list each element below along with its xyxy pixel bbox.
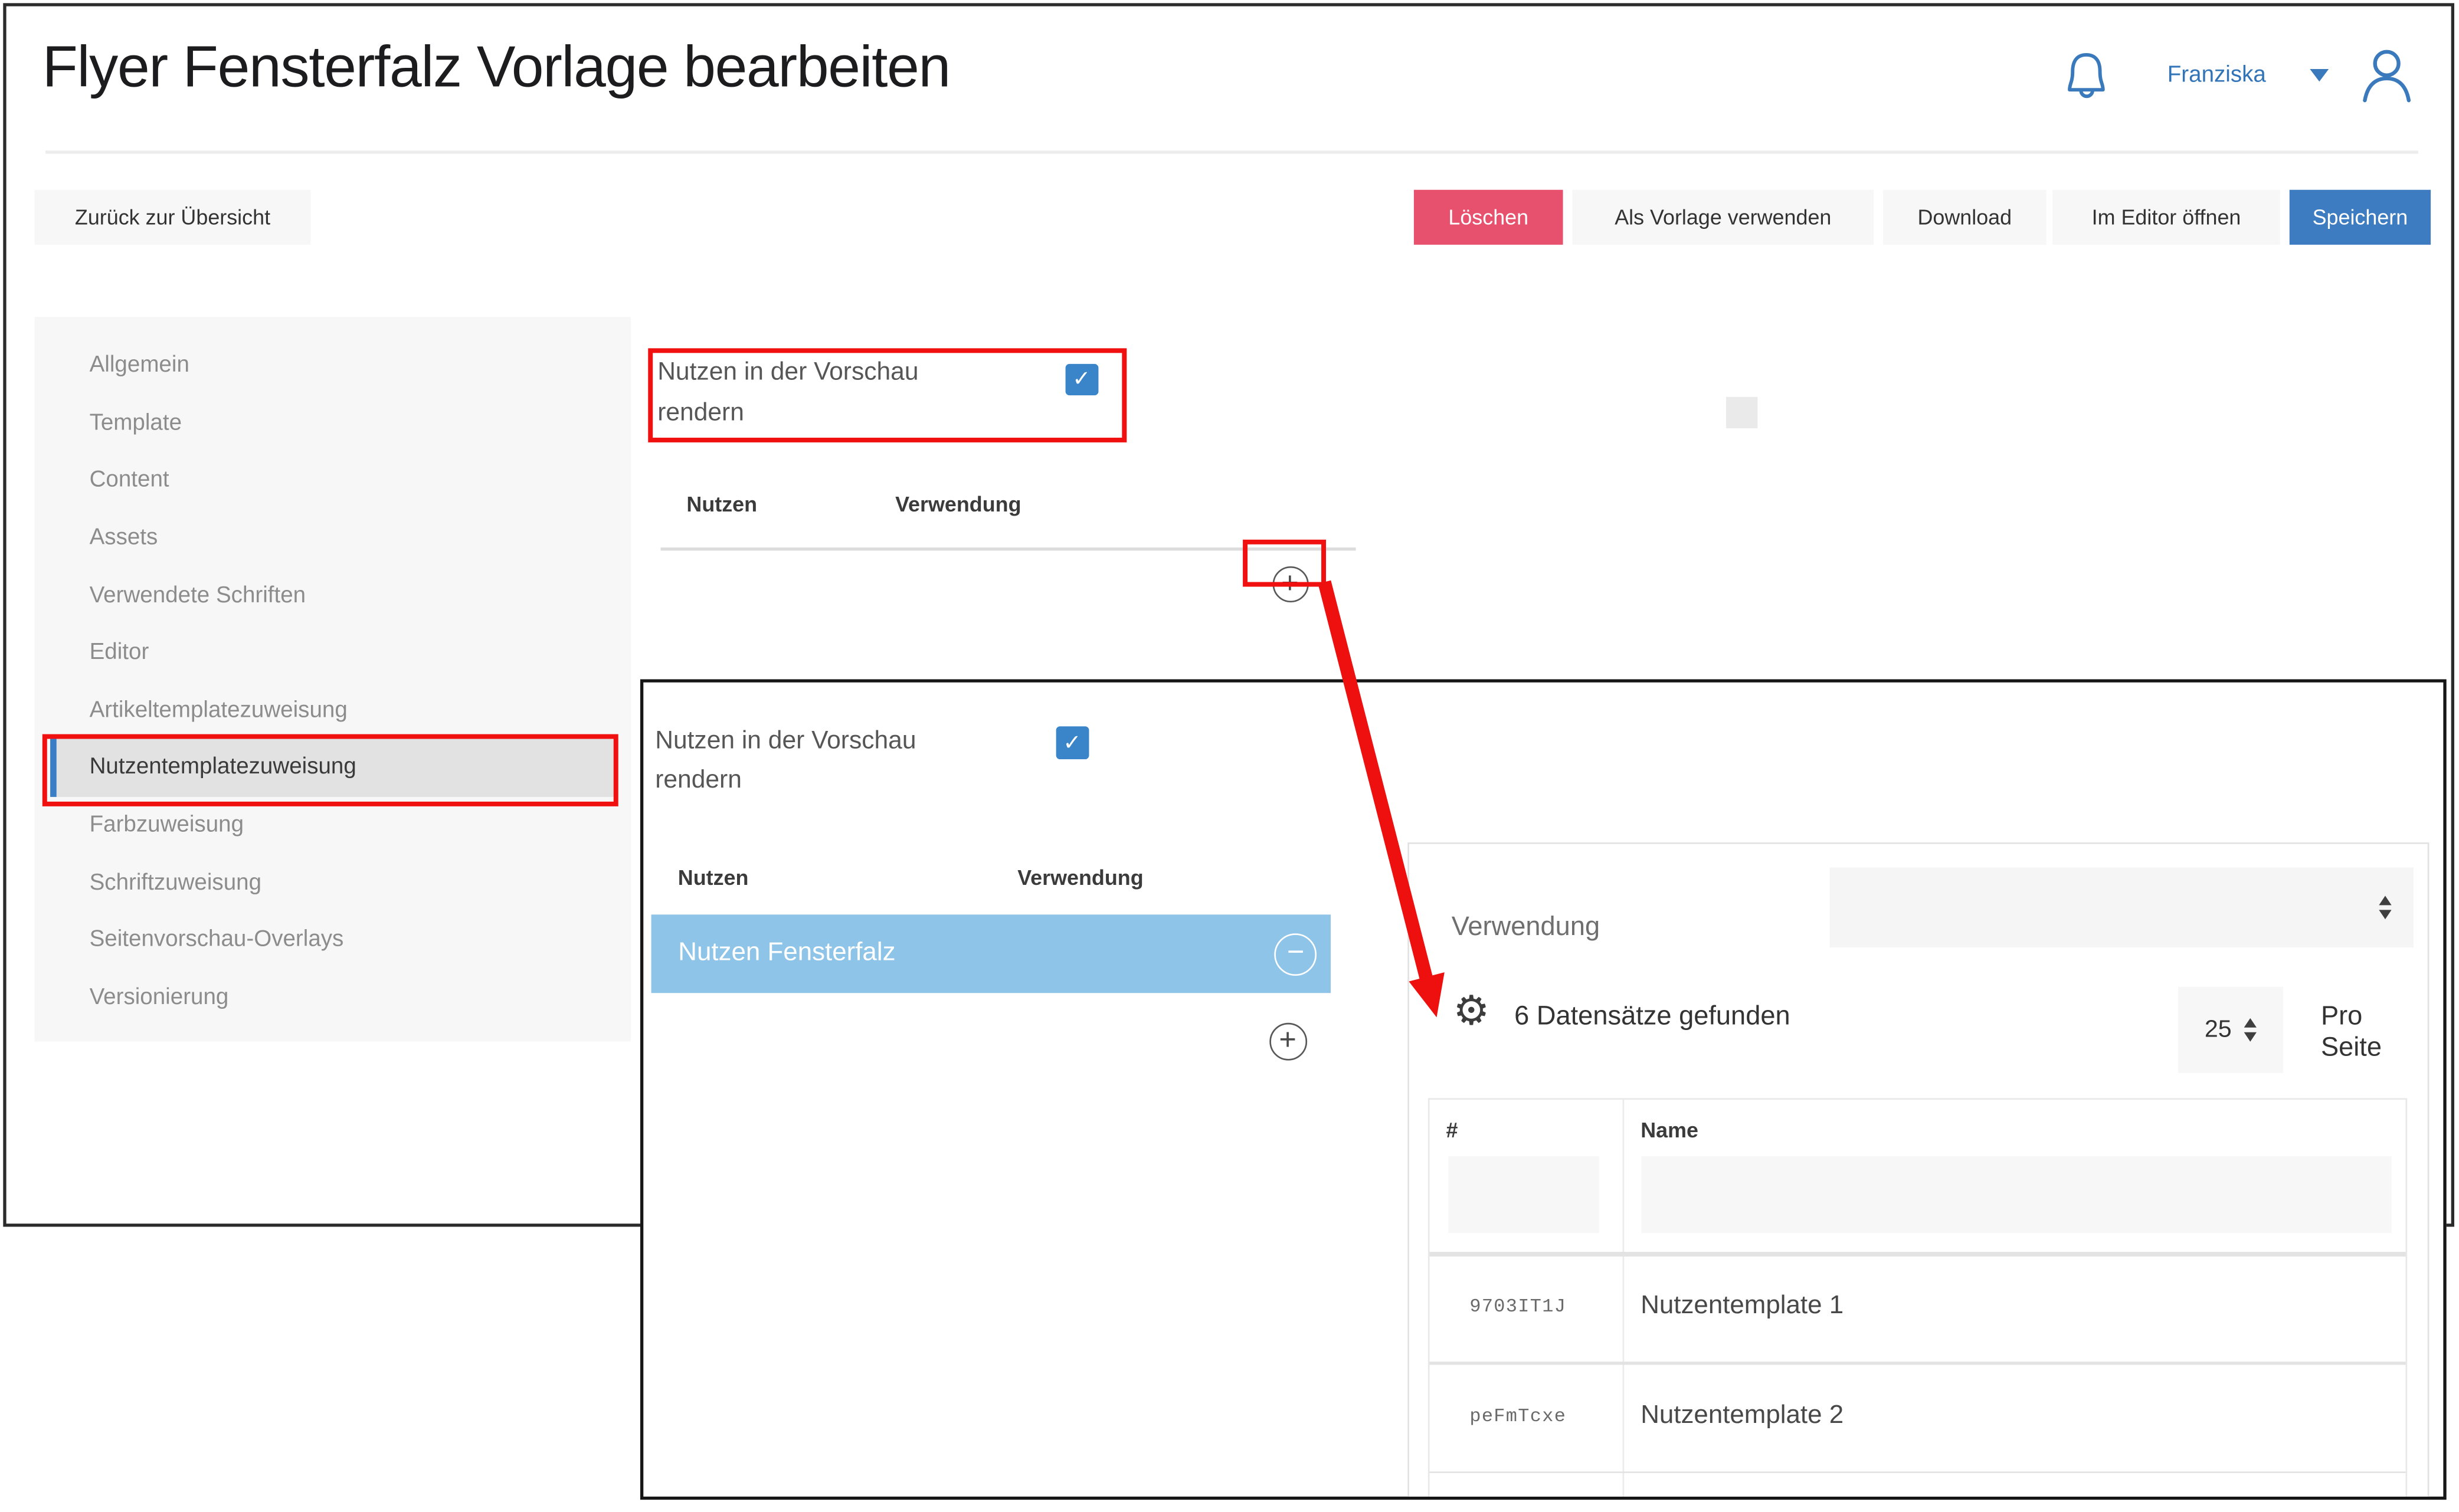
column-header-nutzen: Nutzen: [686, 493, 757, 516]
select-stepper-icon: [2378, 896, 2391, 919]
overlay-render-preview-label-line2: rendern: [655, 761, 1000, 801]
row-name-cell: Nutzentemplate 2: [1641, 1401, 1844, 1431]
table-row[interactable]: 9703IT1J Nutzentemplate 1: [1429, 1255, 2405, 1362]
name-filter-input[interactable]: [1641, 1156, 2391, 1233]
overlay-render-preview-checkbox[interactable]: ✓: [1056, 726, 1089, 759]
sidebar-item-content[interactable]: Content: [50, 452, 618, 509]
overlay-column-header-verwendung: Verwendung: [1017, 865, 1143, 889]
per-page-stepper-icon: [2244, 1018, 2257, 1042]
table-row-divider: [1429, 1362, 2405, 1364]
verwendung-select[interactable]: [1829, 868, 2412, 948]
table-row-divider: [1429, 1471, 2405, 1473]
add-nutzen-button[interactable]: +: [1272, 566, 1308, 602]
render-preview-checkbox[interactable]: ✓: [1066, 363, 1098, 396]
nutzentemplate-picker-card: Verwendung ⚙ 6 Datensätze gefunden 25 Pr…: [1407, 842, 2429, 1499]
id-filter-input[interactable]: [1448, 1156, 1598, 1233]
download-button[interactable]: Download: [1883, 190, 2047, 245]
sidebar: Allgemein Template Content Assets Verwen…: [35, 317, 631, 1042]
table-header-divider: [661, 547, 1356, 550]
overlay-panel: Nutzen in der Vorschau rendern ✓ Nutzen …: [640, 678, 2447, 1499]
gear-icon[interactable]: ⚙: [1453, 990, 1489, 1034]
sidebar-item-assets[interactable]: Assets: [50, 510, 618, 567]
sidebar-items: Allgemein Template Content Assets Verwen…: [50, 337, 618, 1026]
sidebar-item-farbzuweisung[interactable]: Farbzuweisung: [50, 796, 618, 854]
row-id-cell: 9703IT1J: [1469, 1295, 1566, 1317]
overlay-render-preview-label-line1: Nutzen in der Vorschau: [655, 721, 1000, 761]
overlay-column-header-nutzen: Nutzen: [678, 865, 749, 889]
user-menu-name[interactable]: Franziska: [2167, 63, 2266, 88]
back-to-overview-button[interactable]: Zurück zur Übersicht: [35, 190, 311, 245]
sidebar-item-verwendete-schriften[interactable]: Verwendete Schriften: [50, 567, 618, 624]
row-id-cell: peFmTcxe: [1469, 1406, 1566, 1428]
use-as-template-button[interactable]: Als Vorlage verwenden: [1573, 190, 1874, 245]
header-divider: [45, 150, 2418, 153]
table-header-id: #: [1446, 1119, 1458, 1142]
plus-icon: +: [1279, 1026, 1296, 1057]
per-page-value: 25: [2205, 1016, 2232, 1044]
render-preview-label: Nutzen in der Vorschau rendern: [657, 353, 987, 433]
overlay-render-preview-label: Nutzen in der Vorschau rendern: [655, 721, 1000, 801]
results-table: # Name 9703IT1J Nutzentemplate 1 peFmTcx…: [1427, 1098, 2406, 1498]
verwendung-label: Verwendung: [1452, 911, 1600, 943]
minus-icon: −: [1287, 937, 1305, 972]
sidebar-item-editor[interactable]: Editor: [50, 624, 618, 681]
user-area: Franziska: [2062, 41, 2414, 110]
per-page-label: Pro Seite: [2321, 1001, 2428, 1064]
user-avatar-icon[interactable]: [2360, 47, 2413, 104]
results-count-text: 6 Datensätze gefunden: [1514, 1001, 1790, 1032]
save-button[interactable]: Speichern: [2290, 190, 2431, 245]
checkmark-icon: ✓: [1072, 366, 1091, 392]
thumbnail-placeholder: [1725, 397, 1757, 429]
sidebar-item-template[interactable]: Template: [50, 395, 618, 452]
checkmark-icon: ✓: [1063, 729, 1081, 755]
render-preview-label-line1: Nutzen in der Vorschau: [657, 353, 987, 393]
sidebar-item-artikeltemplatezuweisung[interactable]: Artikeltemplatezuweisung: [50, 682, 618, 739]
row-name-cell: Nutzentemplate 1: [1641, 1291, 1844, 1321]
selected-nutzen-row[interactable]: Nutzen Fensterfalz −: [651, 914, 1330, 993]
render-preview-label-line2: rendern: [657, 393, 987, 433]
page-title: Flyer Fensterfalz Vorlage bearbeiten: [42, 35, 950, 101]
sidebar-item-nutzentemplatezuweisung[interactable]: Nutzentemplatezuweisung: [50, 739, 618, 796]
bell-icon[interactable]: [2062, 50, 2111, 101]
selected-nutzen-row-label: Nutzen Fensterfalz: [678, 939, 895, 969]
sidebar-item-versionierung[interactable]: Versionierung: [50, 969, 618, 1026]
delete-button[interactable]: Löschen: [1414, 190, 1563, 245]
overlay-add-nutzen-button[interactable]: +: [1269, 1023, 1307, 1061]
sidebar-item-schriftzuweisung[interactable]: Schriftzuweisung: [50, 854, 618, 911]
table-row[interactable]: peFmTcxe Nutzentemplate 2: [1429, 1365, 2405, 1472]
plus-icon: +: [1281, 569, 1299, 599]
sidebar-item-allgemein[interactable]: Allgemein: [50, 337, 618, 395]
per-page-select[interactable]: 25: [2178, 987, 2283, 1073]
column-header-verwendung: Verwendung: [895, 493, 1021, 516]
open-in-editor-button[interactable]: Im Editor öffnen: [2052, 190, 2280, 245]
remove-nutzen-button[interactable]: −: [1275, 933, 1317, 975]
table-header-name: Name: [1641, 1119, 1698, 1142]
sidebar-item-seitenvorschau-overlays[interactable]: Seitenvorschau-Overlays: [50, 911, 618, 969]
chevron-down-icon[interactable]: [2310, 69, 2329, 81]
screenshot-root: Flyer Fensterfalz Vorlage bearbeiten Fra…: [0, 0, 2459, 1512]
